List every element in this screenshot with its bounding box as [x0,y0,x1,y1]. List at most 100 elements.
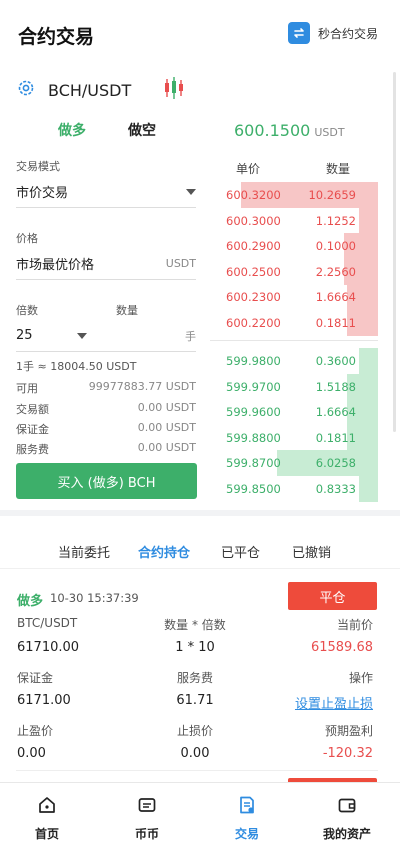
bid-quantity: 0.3600 [315,354,356,368]
nav-label: 交易 [234,827,259,841]
tabs-divider [0,568,400,569]
current-price-value: 61589.68 [310,640,373,655]
positions-panel: 当前委托 合约持仓 已平仓 已撤销 做多 10-30 15:37:39 平仓 B… [0,516,400,782]
symbol-label: BTC/USDT [17,616,78,630]
bid-row[interactable]: 599.9800 0.3600 [222,348,378,374]
margin-label: 保证金 [17,671,54,685]
info-available: 可用 99977883.77 USDT [16,380,196,396]
margin-value: 6171.00 [17,693,71,708]
ask-row[interactable]: 600.2300 1.6664 [222,284,378,310]
info-label: 服务费 [16,443,49,456]
position-tabs: 当前委托 合约持仓 已平仓 已撤销 [0,542,400,564]
trade-mode-label: 交易模式 [16,160,60,173]
price-unit: USDT [165,257,196,270]
bid-quantity: 6.0258 [315,456,356,470]
dropdown-caret-icon [76,332,87,339]
nav-label: 首页 [34,827,59,841]
second-contract-label: 秒合约交易 [317,26,378,41]
bid-row[interactable]: 599.8500 0.8333 [222,475,378,502]
tab-cancelled[interactable]: 已撤销 [292,542,331,561]
ask-row[interactable]: 600.3200 10.2659 [222,182,378,208]
bid-price: 599.8800 [226,430,281,445]
price-value: 市场最优价格 [16,258,95,273]
ask-price: 600.2900 [226,239,281,253]
pair-selector[interactable]: BCH/USDT [16,76,185,104]
tab-current-orders[interactable]: 当前委托 [58,542,110,561]
bid-price: 599.9800 [226,354,281,368]
stop-loss-value: 0.00 [180,746,210,761]
take-profit-value: 0.00 [17,746,46,761]
pair-symbol: BCH/USDT [48,80,132,100]
info-value: 99977883.77 USDT [88,380,196,393]
bid-price: 599.9700 [226,379,281,394]
tab-contract-positions[interactable]: 合约持仓 [138,542,190,561]
buy-long-button[interactable]: 买入 (做多) BCH [16,463,197,499]
nav-spot[interactable]: 币币 [107,795,187,842]
settings-gear-icon[interactable] [16,78,36,102]
ask-row[interactable]: 600.3000 1.1252 [222,207,378,234]
multiple-quantity-row: 25 手 [16,320,196,352]
depth-bar [359,475,378,502]
trade-mode-value: 市价交易 [16,186,69,201]
trade-mode-select[interactable]: 市价交易 [16,176,196,208]
expected-pnl-label: 预期盈利 [324,724,373,738]
ask-quantity: 1.6664 [315,290,356,304]
bid-row[interactable]: 599.8800 0.1811 [222,424,378,451]
info-value: 0.00 USDT [137,421,196,434]
quantity-unit: 手 [185,329,196,343]
tab-long[interactable]: 做多 [58,120,86,140]
position-divider [16,770,378,771]
nav-my-assets[interactable]: 我的资产 [307,795,387,842]
multiple-select[interactable]: 25 [16,328,87,343]
ask-quantity: 10.2659 [308,188,356,202]
current-price-label: 当前价 [336,618,373,632]
multiple-label: 倍数 [16,304,38,317]
tab-short[interactable]: 做空 [128,120,156,140]
bid-price: 599.8700 [226,456,281,470]
price-field[interactable]: 市场最优价格 USDT [16,248,196,280]
price-label: 价格 [16,232,38,245]
ask-price: 600.2500 [226,264,281,279]
nav-label: 我的资产 [322,827,371,841]
info-margin: 保证金 0.00 USDT [16,421,196,437]
ask-row[interactable]: 600.2900 0.1000 [222,233,378,259]
info-trade-amount: 交易额 0.00 USDT [16,401,196,417]
bid-quantity: 0.8333 [315,481,356,496]
expected-pnl-value: -120.32 [322,746,373,761]
qty-multiple-label: 数量 * 倍数 [164,618,226,632]
last-price-unit: USDT [314,126,345,139]
open-price-value: 61710.00 [17,640,80,655]
set-tp-sl-link[interactable]: 设置止盈止损 [268,693,373,712]
ask-row[interactable]: 600.2200 0.1811 [222,309,378,336]
bid-row[interactable]: 599.9600 1.6664 [222,399,378,425]
ask-price: 600.2300 [226,290,281,304]
page-title: 合约交易 [18,26,95,48]
ask-row[interactable]: 600.2500 2.2560 [222,258,378,285]
tab-closed[interactable]: 已平仓 [221,542,260,561]
bid-row[interactable]: 599.8700 6.0258 [222,450,378,476]
bid-price: 599.8500 [226,481,281,496]
multiple-value: 25 [16,328,33,343]
ask-quantity: 0.1811 [315,315,356,330]
nav-trade[interactable]: 交易 [207,795,287,842]
nav-home[interactable]: 首页 [7,795,87,842]
trade-doc-icon [237,795,257,819]
info-value: 0.00 USDT [137,401,196,414]
candlestick-chart-icon[interactable] [163,76,185,104]
nav-label: 币币 [134,827,159,841]
take-profit-label: 止盈价 [17,724,54,738]
depth-bar [359,207,378,234]
orderbook-scrollbar[interactable] [393,72,396,432]
close-position-button[interactable]: 平仓 [288,582,377,610]
ask-price: 600.3200 [226,188,281,202]
info-label: 可用 [16,382,38,395]
bid-row[interactable]: 599.9700 1.5188 [222,373,378,400]
second-contract-link[interactable]: 秒合约交易 [287,22,378,44]
wallet-card-icon [137,795,157,819]
info-fee: 服务费 0.00 USDT [16,441,196,457]
fee-label: 服务费 [176,671,213,685]
position-time: 10-30 15:37:39 [50,591,139,605]
ask-price: 600.3000 [226,213,281,228]
action-label: 操作 [348,671,373,685]
quantity-label: 数量 [116,304,138,317]
